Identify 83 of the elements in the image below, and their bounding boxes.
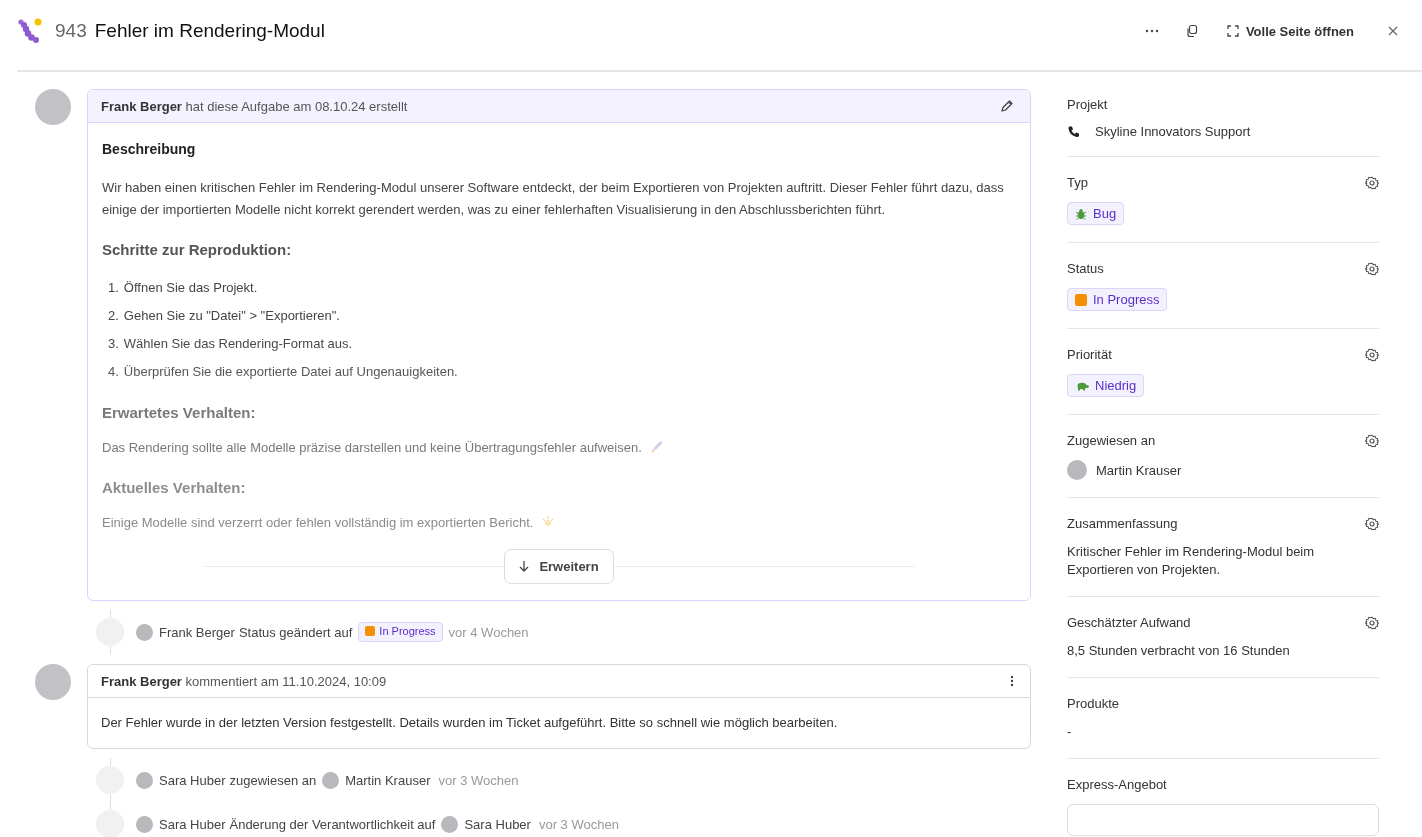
field-value: Kritischer Fehler im Rendering-Modul beim Exportieren von Projekten. (1067, 543, 1316, 579)
avatar (441, 815, 459, 833)
section-title: Beschreibung (102, 141, 197, 157)
sparkle-icon (541, 515, 556, 529)
edit-button[interactable] (998, 97, 1016, 115)
close-icon (1388, 26, 1398, 36)
list-number: 3. (108, 335, 119, 353)
settings-icon[interactable] (1365, 261, 1379, 276)
user-name: Sara Huber (159, 816, 226, 832)
project-name[interactable]: Skyline Innovators Support (1095, 124, 1251, 139)
user-name: Martin Krauser (1096, 462, 1182, 478)
more-icon (1144, 29, 1159, 33)
field-label: Geschätzter Aufwand (1067, 615, 1191, 630)
event-time: vor 3 Wochen (538, 816, 619, 832)
settings-icon[interactable] (1365, 347, 1379, 362)
field-value: - (1067, 723, 1073, 741)
field-label: Typ (1067, 175, 1088, 190)
status-badge[interactable]: In Progress (1067, 288, 1168, 311)
card-meta: Frank Berger hat diese Aufgabe am 08.10.24 erstellt (101, 98, 408, 114)
ticket-number: 943 (55, 20, 87, 42)
paragraph: Wir haben einen kritischen Fehler im Rendering-Modul unserer Software entdeckt, der beim Exportieren von Projekten auftritt. Dieser Fehler führt dazu, dass einige der importierten Modelle nicht korrekt gerendert werden, was zu einer fehlerhaften Visualisierung in den Abschlussberichten führt. (102, 180, 1004, 217)
copy-icon (1184, 24, 1199, 38)
section-heading: Aktuelles Verhalten: (102, 479, 247, 496)
event-text: Status geändert auf (238, 624, 353, 640)
section-heading: Erwartetes Verhalten: (102, 404, 257, 421)
field-label: Zugewiesen an (1067, 433, 1156, 448)
event-text: zugewiesen an (229, 772, 317, 788)
paragraph: Das Rendering sollte alle Modelle präzise darstellen und keine Übertragungsfehler aufweisen. (102, 440, 642, 455)
settings-icon[interactable] (1365, 433, 1379, 448)
list-number: 2. (108, 307, 119, 325)
settings-icon[interactable] (1365, 175, 1379, 190)
card-meta: Frank Berger kommentiert am 11.10.2024, 10:09 (101, 673, 387, 689)
user-name: Martin Krauser (345, 772, 431, 788)
paragraph: Einige Modelle sind verzerrt oder fehlen vollständig im exportierten Bericht. (102, 515, 534, 530)
input-field[interactable] (1067, 804, 1379, 836)
avatar (136, 771, 153, 789)
more-button[interactable] (1008, 673, 1016, 689)
event-text: Änderung der Verantwortlichkeit auf (229, 816, 436, 832)
pencil-icon (1000, 99, 1014, 113)
event-icon-circle (96, 766, 124, 794)
rocket-icon (649, 440, 664, 454)
priority-badge[interactable]: Niedrig (1067, 374, 1145, 397)
field-label: Priorität (1067, 347, 1112, 362)
event-icon-circle (96, 810, 124, 837)
field-label: Status (1067, 261, 1104, 276)
list-item: Gehen Sie zu "Datei" > "Exportieren". (123, 307, 340, 325)
event-time: vor 4 Wochen (448, 624, 529, 640)
bug-icon (1075, 207, 1087, 220)
user-name: Frank Berger (159, 624, 235, 640)
section-heading: Schritte zur Reproduktion: (102, 241, 293, 258)
list-number: 1. (108, 279, 119, 297)
ticket-title: Fehler im Rendering-Modul (94, 20, 325, 42)
field-label: Zusammenfassung (1067, 516, 1178, 531)
list-item: Wählen Sie das Rendering-Format aus. (123, 335, 353, 353)
field-label: Express-Angebot (1067, 777, 1167, 792)
avatar (322, 771, 340, 789)
comment-text: Der Fehler wurde in der letzten Version festgestellt. Details wurden im Ticket aufgeführt. Bitte so schnell wie möglich bearbeiten. (100, 714, 839, 732)
field-label: Produkte (1067, 696, 1120, 711)
field-label: Projekt (1067, 97, 1108, 112)
avatar (136, 815, 153, 833)
status-label: In Progress (379, 625, 436, 637)
type-badge[interactable]: Bug (1067, 202, 1125, 225)
field-value: 8,5 Stunden verbracht von 16 Stunden (1067, 642, 1291, 660)
user-name: Sara Huber (159, 772, 226, 788)
event-icon-circle (96, 618, 124, 646)
avatar (136, 623, 153, 641)
list-number: 4. (108, 363, 119, 381)
list-item: Öffnen Sie das Projekt. (123, 279, 258, 297)
event-time: vor 3 Wochen (438, 772, 519, 788)
user-name: Sara Huber (464, 816, 531, 832)
avatar (35, 664, 71, 700)
avatar (35, 89, 71, 125)
settings-icon[interactable] (1365, 516, 1379, 531)
more-vertical-icon (1010, 675, 1014, 687)
arrow-down-icon (519, 560, 530, 572)
expand-icon (1226, 25, 1239, 37)
settings-icon[interactable] (1365, 615, 1379, 630)
turtle-icon (1075, 380, 1089, 391)
list-item: Überprüfen Sie die exportierte Datei auf Ungenauigkeiten. (123, 363, 458, 381)
open-full-page-button[interactable]: Volle Seite öffnen (1218, 17, 1368, 45)
phone-icon (1067, 124, 1081, 139)
expand-button[interactable]: Erweitern (504, 548, 614, 584)
avatar (1067, 460, 1087, 480)
